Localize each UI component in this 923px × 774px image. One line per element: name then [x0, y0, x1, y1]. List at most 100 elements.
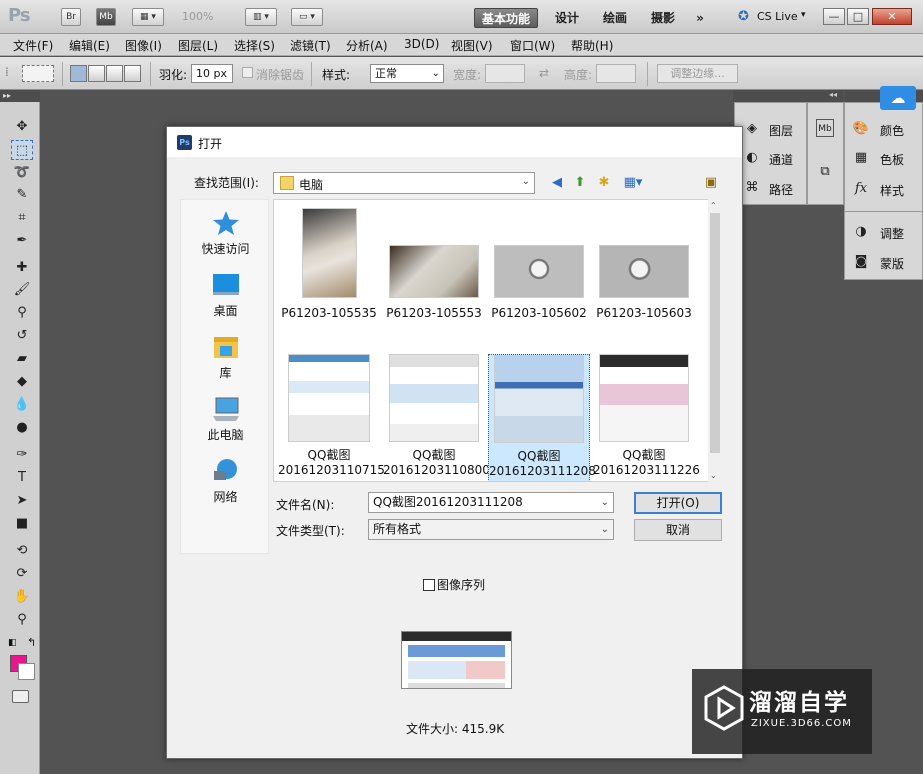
workspace-essentials[interactable]: 基本功能	[474, 8, 538, 28]
crop-tool-icon[interactable]: ⌗	[11, 208, 33, 228]
menu-edit[interactable]: 编辑(E)	[69, 37, 110, 54]
height-input[interactable]	[596, 64, 636, 83]
menu-layer[interactable]: 图层(L)	[178, 37, 218, 54]
mini-bridge-panel-icon[interactable]: Mb	[816, 119, 834, 137]
back-icon[interactable]: ◀	[548, 174, 566, 192]
style-select[interactable]: 正常 ⌄	[370, 64, 444, 83]
tools-panel-header[interactable]: ▸▸	[0, 90, 40, 102]
file-item[interactable]: P61203-105553	[383, 208, 485, 328]
menu-3d[interactable]: 3D(D)	[404, 37, 439, 51]
lookin-select[interactable]: 电脑 ⌄	[273, 172, 535, 194]
menu-help[interactable]: 帮助(H)	[571, 37, 613, 54]
path-selection-tool-icon[interactable]: ➤	[11, 491, 33, 511]
place-quick-access[interactable]: 快速访问	[181, 210, 270, 257]
place-network[interactable]: 网络	[181, 458, 270, 505]
file-item[interactable]: P61203-105602	[488, 208, 590, 328]
file-item[interactable]: QQ截图 20161203110715	[278, 354, 385, 481]
screen-mode-button[interactable]: ▭ ▾	[291, 8, 323, 26]
shape-tool-icon[interactable]: ■	[11, 514, 33, 534]
file-item[interactable]: P61203-105603	[593, 208, 695, 328]
styles-panel-icon[interactable]: fx	[852, 180, 870, 198]
menu-window[interactable]: 窗口(W)	[510, 37, 555, 54]
default-colors-icon[interactable]: ◧	[8, 638, 17, 648]
workspace-photography[interactable]: 摄影	[646, 8, 680, 28]
panel-adjustments[interactable]: 调整	[880, 225, 904, 242]
layers-icon[interactable]: ◈	[743, 120, 761, 138]
adjustments-panel-icon[interactable]: ◑	[852, 223, 870, 241]
blur-tool-icon[interactable]: 💧	[11, 395, 33, 415]
lasso-tool-icon[interactable]: ➰	[11, 163, 33, 183]
image-sequence-option[interactable]: 图像序列	[423, 576, 485, 593]
minimize-button[interactable]: —	[823, 8, 845, 25]
menu-view[interactable]: 视图(V)	[451, 37, 493, 54]
open-button[interactable]: 打开(O)	[634, 492, 722, 514]
file-item-selected[interactable]: QQ截图 20161203111208	[488, 354, 596, 481]
swap-colors-icon[interactable]: ↰	[27, 636, 36, 649]
filename-input[interactable]: QQ截图20161203111208 ⌄	[368, 492, 614, 513]
up-folder-icon[interactable]: ⬆	[571, 174, 589, 192]
panel-layers[interactable]: 图层	[769, 122, 793, 139]
color-panel-icon[interactable]: 🎨	[852, 120, 870, 138]
menu-analysis[interactable]: 分析(A)	[346, 37, 388, 54]
dialog-title-bar[interactable]: Ps 打开	[167, 127, 742, 157]
swatches-panel-icon[interactable]: ▦	[852, 149, 870, 167]
hand-tool-icon[interactable]: ✋	[11, 587, 33, 607]
move-tool-icon[interactable]: ✥	[11, 117, 33, 137]
file-list-scrollbar[interactable]: ⌃ ⌄	[708, 199, 722, 482]
workspace-overflow-icon[interactable]: »	[690, 8, 710, 28]
menu-image[interactable]: 图像(I)	[125, 37, 162, 54]
menu-file[interactable]: 文件(F)	[13, 37, 53, 54]
image-sequence-checkbox[interactable]	[423, 579, 435, 591]
marquee-tool-icon[interactable]: ⬚	[11, 140, 33, 160]
zoom-level[interactable]: 100%	[182, 10, 213, 23]
refine-edge-button[interactable]: 调整边缘...	[657, 64, 738, 83]
panel-paths[interactable]: 路径	[769, 181, 793, 198]
scroll-down-icon[interactable]: ⌄	[710, 471, 717, 480]
panel-color[interactable]: 颜色	[880, 122, 904, 139]
clone-stamp-tool-icon[interactable]: ⚲	[11, 303, 33, 323]
panel-dock-header[interactable]: ◂◂	[733, 90, 843, 102]
quick-mask-icon[interactable]	[12, 690, 29, 703]
menu-select[interactable]: 选择(S)	[234, 37, 275, 54]
file-item[interactable]: QQ截图 20161203110800	[383, 354, 490, 481]
3d-orbit-tool-icon[interactable]: ⟳	[11, 564, 33, 584]
chevron-down-icon[interactable]: ⌄	[601, 493, 609, 512]
add-to-selection-icon[interactable]	[88, 65, 105, 82]
antialias-checkbox[interactable]	[242, 67, 253, 78]
panel-styles[interactable]: 样式	[880, 182, 904, 199]
workspace-painting[interactable]: 绘画	[598, 8, 632, 28]
maximize-button[interactable]: □	[847, 8, 869, 25]
channels-icon[interactable]: ◐	[743, 149, 761, 167]
chevron-down-icon[interactable]: ⌄	[601, 520, 609, 539]
view-menu-icon[interactable]: ▦▾	[620, 174, 646, 192]
workspace-design[interactable]: 设计	[550, 8, 584, 28]
scrollbar-thumb[interactable]	[710, 213, 720, 453]
view-extras-button[interactable]: ▦ ▾	[132, 8, 164, 26]
new-selection-icon[interactable]	[70, 65, 87, 82]
feather-input[interactable]: 10 px	[191, 64, 233, 83]
quick-selection-tool-icon[interactable]: ✎	[11, 185, 33, 205]
filetype-select[interactable]: 所有格式 ⌄	[368, 519, 614, 540]
cs-live-icon[interactable]: ✪	[738, 9, 749, 24]
chevron-down-icon[interactable]: ▾	[801, 10, 806, 20]
brush-tool-icon[interactable]: 🖌	[11, 280, 33, 300]
place-library[interactable]: 库	[181, 334, 270, 381]
subtract-selection-icon[interactable]	[106, 65, 123, 82]
cs-live-menu[interactable]: CS Live	[757, 10, 798, 23]
eyedropper-tool-icon[interactable]: ✒	[11, 231, 33, 251]
history-panel-icon[interactable]: ⧉	[816, 163, 834, 181]
panel-masks[interactable]: 蒙版	[880, 255, 904, 272]
background-color-swatch[interactable]	[18, 663, 35, 680]
history-brush-tool-icon[interactable]: ↺	[11, 326, 33, 346]
3d-rotate-tool-icon[interactable]: ⟲	[11, 541, 33, 561]
bridge-folder-icon[interactable]: ▣	[702, 174, 720, 192]
pen-tool-icon[interactable]: ✑	[11, 445, 33, 465]
tool-preset-picker[interactable]	[22, 65, 54, 82]
menu-filter[interactable]: 滤镜(T)	[290, 37, 331, 54]
intersect-selection-icon[interactable]	[124, 65, 141, 82]
place-this-pc[interactable]: 此电脑	[181, 396, 270, 443]
zoom-tool-icon[interactable]: ⚲	[11, 610, 33, 630]
paths-icon[interactable]: ⌘	[743, 179, 761, 197]
file-item[interactable]: QQ截图 20161203111226	[593, 354, 700, 481]
file-list[interactable]: P61203-105535 P61203-105553 P61203-10560…	[273, 199, 709, 482]
